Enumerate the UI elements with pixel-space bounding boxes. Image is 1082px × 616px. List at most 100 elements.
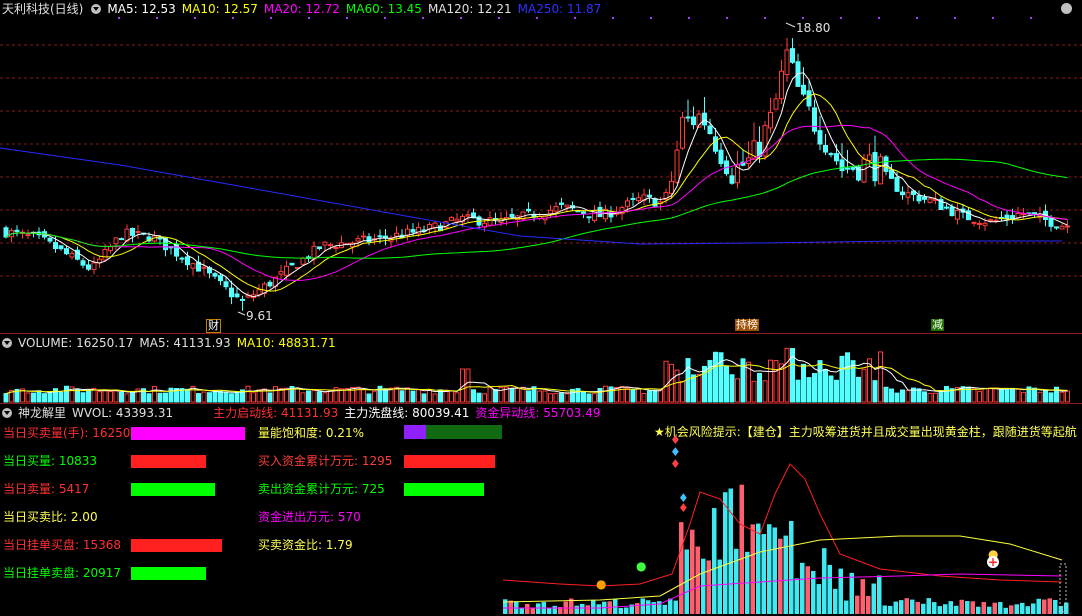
dropdown-icon[interactable]	[91, 4, 102, 14]
volume-bar	[729, 374, 735, 403]
volume-bar	[427, 389, 432, 403]
fund-bar	[844, 600, 849, 614]
fund-bar	[871, 583, 876, 614]
volume-bar	[416, 389, 421, 403]
volume-bar	[405, 387, 410, 403]
volume-bar	[394, 386, 399, 403]
event-dot	[840, 17, 842, 19]
dropdown-icon[interactable]	[2, 338, 12, 348]
candle-body	[581, 211, 586, 214]
fund-bar	[1025, 606, 1030, 614]
candle-body	[234, 293, 240, 298]
fund-bar	[530, 607, 535, 614]
volume-bar	[476, 392, 482, 403]
volume-bar	[97, 391, 102, 403]
fund-bar	[756, 523, 761, 614]
candle-body	[223, 281, 229, 288]
candle-body	[812, 107, 817, 132]
fund-bar	[778, 538, 783, 614]
fund-bar	[904, 598, 909, 614]
gem-icon: ♦	[670, 457, 681, 471]
candle-body	[630, 198, 636, 201]
volume-bar	[812, 373, 817, 403]
volume-bar	[207, 392, 212, 403]
volume-bar	[878, 351, 883, 403]
marker-reduce[interactable]: 减	[931, 319, 944, 331]
volume-bar	[900, 389, 905, 403]
fund-bar	[750, 524, 755, 614]
volume-bar	[977, 390, 982, 403]
volume-bar	[603, 385, 608, 403]
candle-body	[432, 222, 438, 228]
candle-body	[652, 198, 658, 207]
candle-body	[548, 209, 553, 215]
fund-bar	[723, 492, 728, 614]
fund-bar	[624, 607, 629, 614]
fund-bar	[635, 603, 640, 614]
ma120-value: MA120: 12.21	[427, 2, 512, 16]
volume-bar	[234, 392, 240, 403]
volume-bar	[845, 352, 850, 403]
volume-bar	[993, 387, 999, 403]
volume-bar	[465, 368, 471, 403]
fund-bar	[1003, 607, 1008, 614]
candle-body	[1048, 217, 1054, 227]
indicator-legend: 神龙解里 WVOL: 43393.31 主力启动线: 41131.93 主力洗盘线: …	[0, 404, 607, 422]
volume-bar	[685, 358, 691, 403]
volume-panel[interactable]: VOLUME: 16250.17 MA5: 41131.93 MA10: 48831…	[0, 334, 1082, 403]
candle-body	[69, 252, 75, 258]
candle-body	[1065, 225, 1070, 228]
candle-body	[284, 265, 289, 276]
volume-bar	[366, 393, 372, 403]
volume-bar	[982, 388, 988, 403]
volume-bar	[933, 392, 938, 403]
volume-bar	[696, 373, 702, 403]
marker-rank[interactable]: 持榜	[735, 319, 759, 331]
fund-bar	[794, 578, 799, 614]
candle-body	[773, 98, 779, 110]
candle-body	[201, 266, 207, 269]
candle-body	[377, 235, 383, 238]
fund-move-line: 资金异动线: 55703.49	[475, 406, 601, 420]
low-pointer	[237, 311, 246, 316]
ma20-value: MA20: 12.72	[263, 2, 340, 16]
volume-bar	[196, 393, 201, 403]
volume-bar	[894, 392, 900, 403]
candle-body	[669, 180, 674, 194]
stat-label: 当日卖量: 5417	[3, 482, 90, 496]
candle-body	[454, 218, 460, 222]
candle-body	[410, 229, 416, 233]
fund-bar	[926, 598, 931, 614]
stat-bar	[404, 483, 484, 496]
stat-label: 当日挂单卖盘: 20917	[3, 566, 122, 580]
volume-bar	[163, 392, 168, 403]
event-dot	[802, 17, 804, 19]
stat-bar	[131, 483, 215, 496]
candle-body	[680, 116, 685, 149]
stat-bar	[131, 427, 245, 440]
candle-body	[311, 245, 317, 260]
fund-bar	[1064, 602, 1069, 614]
stat-label: 买入资金累计万元: 1295	[258, 454, 393, 468]
volume-bar	[58, 392, 64, 403]
price-panel[interactable]: 天利科技(日线) MA5: 12.53 MA10: 12.57 MA20: 12.72…	[0, 0, 1082, 333]
price-chart[interactable]	[0, 0, 1082, 333]
candle-body	[861, 158, 867, 183]
candle-body	[465, 214, 471, 217]
fund-bar	[789, 520, 794, 614]
fund-bar	[822, 548, 827, 614]
dropdown-icon[interactable]	[2, 408, 12, 418]
volume-bar	[245, 385, 251, 403]
stock-title[interactable]: 天利科技(日线)	[2, 2, 83, 16]
fund-bar	[673, 600, 678, 614]
volume-bar	[306, 390, 311, 403]
marker-finance[interactable]: 财	[206, 319, 221, 333]
fund-bar	[827, 564, 832, 614]
candle-body	[817, 130, 823, 145]
volume-bar	[680, 381, 685, 403]
candle-body	[944, 206, 949, 209]
stat-label: 卖出资金累计万元: 725	[258, 482, 385, 496]
fund-bar	[970, 601, 975, 614]
volume-bar	[86, 390, 91, 403]
ma250-value: MA250: 11.87	[517, 2, 602, 16]
